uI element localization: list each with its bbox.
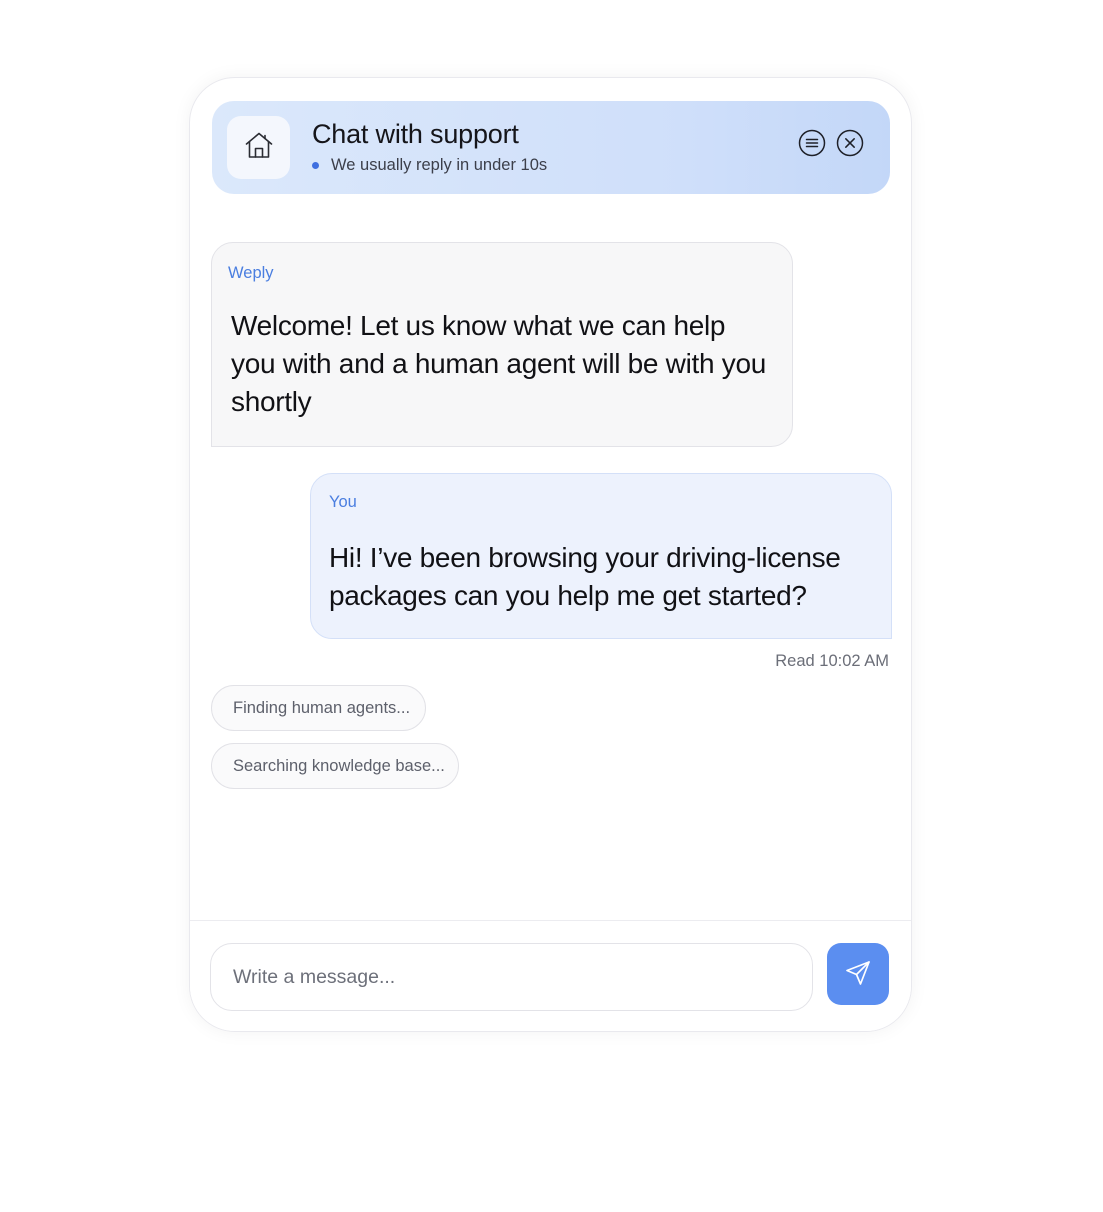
status-chip: Finding human agents... xyxy=(211,685,426,731)
menu-icon xyxy=(798,129,826,162)
agent-message-bubble: Weply Welcome! Let us know what we can h… xyxy=(211,242,793,447)
send-icon xyxy=(844,959,872,990)
online-dot-icon xyxy=(312,162,319,169)
header-title: Chat with support xyxy=(312,119,519,149)
reply-status: We usually reply in under 10s xyxy=(312,156,547,175)
home-button[interactable] xyxy=(227,116,290,179)
message-composer xyxy=(190,920,911,1031)
read-receipt: Read 10:02 AM xyxy=(775,652,889,670)
close-button[interactable] xyxy=(836,129,864,162)
chat-header: Chat with support We usually reply in un… xyxy=(212,101,890,194)
home-icon xyxy=(243,129,275,166)
user-message-bubble: You Hi! I’ve been browsing your driving-… xyxy=(310,473,892,639)
reply-status-text: We usually reply in under 10s xyxy=(331,156,548,174)
status-chip: Searching knowledge base... xyxy=(211,743,459,789)
message-sender: You xyxy=(329,493,357,511)
close-icon xyxy=(836,129,864,162)
menu-button[interactable] xyxy=(798,129,826,162)
message-text: Welcome! Let us know what we can help yo… xyxy=(231,310,766,417)
message-sender: Weply xyxy=(228,264,274,282)
send-button[interactable] xyxy=(827,943,889,1005)
chat-widget: Chat with support We usually reply in un… xyxy=(189,77,912,1032)
message-input[interactable] xyxy=(210,943,813,1011)
message-text: Hi! I’ve been browsing your driving-lice… xyxy=(329,542,841,611)
